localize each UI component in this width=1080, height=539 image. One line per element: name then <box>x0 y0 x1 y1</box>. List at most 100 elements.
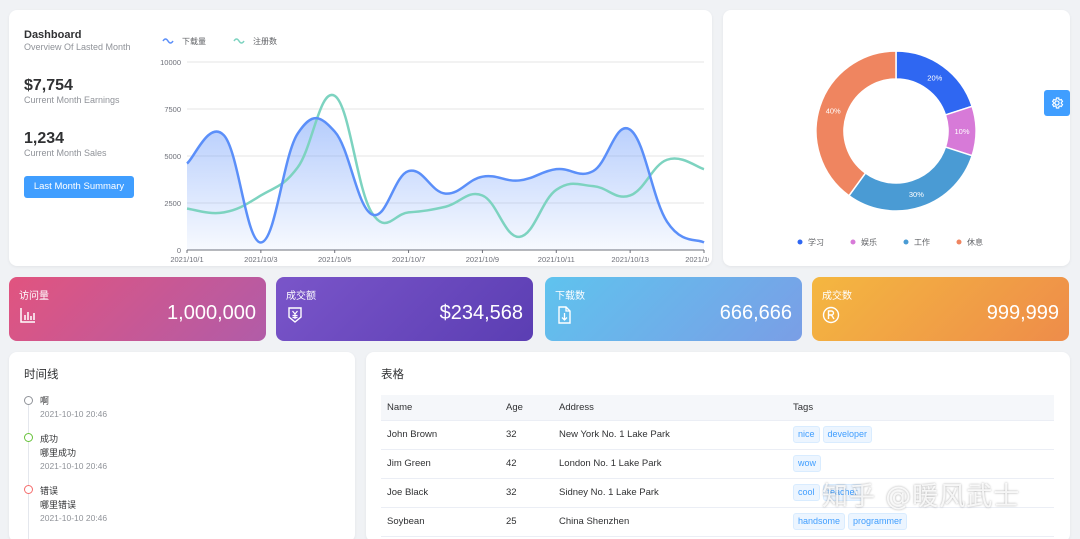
sales-value: 1,234 <box>24 130 65 147</box>
gear-icon <box>1051 97 1064 109</box>
legend-marker <box>162 38 174 44</box>
timeline-item-time: 2021-10-10 20:46 <box>40 409 108 419</box>
legend-marker <box>233 38 245 44</box>
slice-label: 30% <box>909 190 924 199</box>
stat-card-deals: 成交数 999,999 <box>812 277 1069 341</box>
cell-tags: nice developer <box>787 420 1054 450</box>
cell-age: 25 <box>500 507 553 537</box>
sales-label: Current Month Sales <box>24 148 107 158</box>
stat-card-turnover: 成交额 $234,568 <box>276 277 533 341</box>
cell-name: Joe Black <box>381 478 500 508</box>
yen-shield-icon <box>288 307 302 323</box>
cell-address: Sidney No. 1 Lake Park <box>553 478 787 508</box>
stat-value: 666,666 <box>719 302 792 324</box>
series-area-downloads <box>187 118 704 250</box>
y-tick-label: 10000 <box>160 58 181 67</box>
y-tick-label: 7500 <box>164 105 181 114</box>
cell-age: 32 <box>500 420 553 450</box>
cell-address: New York No. 1 Lake Park <box>553 420 787 450</box>
tag[interactable]: cool <box>793 484 820 501</box>
x-tick-label: 2021/10/9 <box>466 255 499 263</box>
legend-label: 工作 <box>914 237 930 247</box>
table-row[interactable]: John Brown 32 New York No. 1 Lake Park n… <box>381 420 1054 450</box>
y-tick-label: 0 <box>177 246 181 255</box>
stat-card-visits: 访问量 1,000,000 <box>9 277 266 341</box>
donut-chart: 20% 10% 30% 40% 学习 娱乐 工作 休息 <box>797 50 983 247</box>
timeline-item-time: 2021-10-10 20:46 <box>40 461 108 471</box>
tag[interactable]: nice <box>793 426 820 443</box>
timeline-node <box>24 433 33 442</box>
x-tick-label: 2021/10/5 <box>318 255 351 263</box>
cell-address: London No. 1 Lake Park <box>553 449 787 479</box>
timeline-card: 时间线 啊 2021-10-10 20:46 成功 哪里成功 2021-10-1… <box>9 352 355 539</box>
download-file-icon <box>558 306 571 324</box>
slice-label: 10% <box>954 127 969 136</box>
registered-icon <box>822 306 840 324</box>
data-table: Name Age Address Tags John Brown 32 New … <box>381 395 1054 537</box>
overview-card: Dashboard Overview Of Lasted Month $7,75… <box>9 10 712 266</box>
cell-address: China Shenzhen <box>553 507 787 537</box>
x-tick-label: 2021/10/15 <box>685 255 709 263</box>
cell-age: 42 <box>500 449 553 479</box>
cell-name: John Brown <box>381 420 500 450</box>
x-tick-label: 2021/10/13 <box>611 255 649 263</box>
x-tick-label: 2021/10/3 <box>244 255 277 263</box>
x-tick-label: 2021/10/1 <box>170 255 203 263</box>
stat-value: 999,999 <box>986 302 1059 324</box>
cell-name: Jim Green <box>381 449 500 479</box>
legend-marker <box>956 239 962 245</box>
timeline-item-title: 啊 <box>40 396 50 406</box>
cell-tags: wow <box>787 449 1054 479</box>
column-header-tags[interactable]: Tags <box>787 395 1054 421</box>
cell-age: 32 <box>500 478 553 508</box>
y-tick-label: 2500 <box>164 199 181 208</box>
timeline-item-desc: 哪里错误 <box>40 500 77 510</box>
legend-label: 学习 <box>808 237 824 247</box>
legend-marker <box>797 239 803 245</box>
stat-label: 成交额 <box>286 291 316 302</box>
column-header-address[interactable]: Address <box>553 395 787 421</box>
donut-slice <box>815 50 897 197</box>
dashboard-title: Dashboard <box>24 29 82 41</box>
donut-slice <box>847 146 974 212</box>
stat-label: 下载数 <box>555 291 585 302</box>
table-row[interactable]: Jim Green 42 London No. 1 Lake Park wow <box>381 449 1054 479</box>
donut-slice <box>895 50 974 116</box>
legend-label: 休息 <box>967 237 983 247</box>
timeline-title: 时间线 <box>24 369 59 381</box>
tag[interactable]: programmer <box>848 513 908 530</box>
watermark: 知乎 @暖风武士 <box>822 482 1021 512</box>
timeline-node <box>24 396 33 405</box>
table-title: 表格 <box>381 369 404 381</box>
earnings-label: Current Month Earnings <box>24 95 120 105</box>
column-header-age[interactable]: Age <box>500 395 553 421</box>
x-tick-label: 2021/10/7 <box>392 255 425 263</box>
cell-name: Soybean <box>381 507 500 537</box>
line-chart: 0 2500 5000 7500 10000 2021/10/1 2021/10/3 2021… <box>160 36 709 263</box>
legend-label: 娱乐 <box>861 237 877 247</box>
timeline-item-title: 错误 <box>40 486 59 496</box>
slice-label: 40% <box>826 107 841 116</box>
tag[interactable]: handsome <box>793 513 846 530</box>
timeline-node <box>24 485 33 494</box>
tag[interactable]: developer <box>822 426 873 443</box>
bar-chart-icon <box>20 308 35 323</box>
stat-label: 访问量 <box>19 291 49 302</box>
y-tick-label: 5000 <box>164 152 181 161</box>
stat-label: 成交数 <box>822 291 852 302</box>
timeline-axis <box>28 404 29 539</box>
last-month-summary-button[interactable]: Last Month Summary <box>24 176 134 198</box>
slice-label: 20% <box>927 74 942 83</box>
settings-button[interactable] <box>1044 90 1070 116</box>
stat-value: $234,568 <box>439 302 523 324</box>
column-header-name[interactable]: Name <box>381 395 500 421</box>
table-header-row: Name Age Address Tags <box>381 395 1054 421</box>
tag[interactable]: wow <box>793 455 822 472</box>
legend-label: 注册数 <box>253 36 277 46</box>
timeline-item-desc: 哪里成功 <box>40 448 77 458</box>
timeline-item-title: 成功 <box>40 434 59 444</box>
legend-marker <box>903 239 909 245</box>
dashboard-subtitle: Overview Of Lasted Month <box>24 42 131 52</box>
stat-value: 1,000,000 <box>167 302 256 324</box>
stat-card-downloads: 下载数 666,666 <box>545 277 802 341</box>
